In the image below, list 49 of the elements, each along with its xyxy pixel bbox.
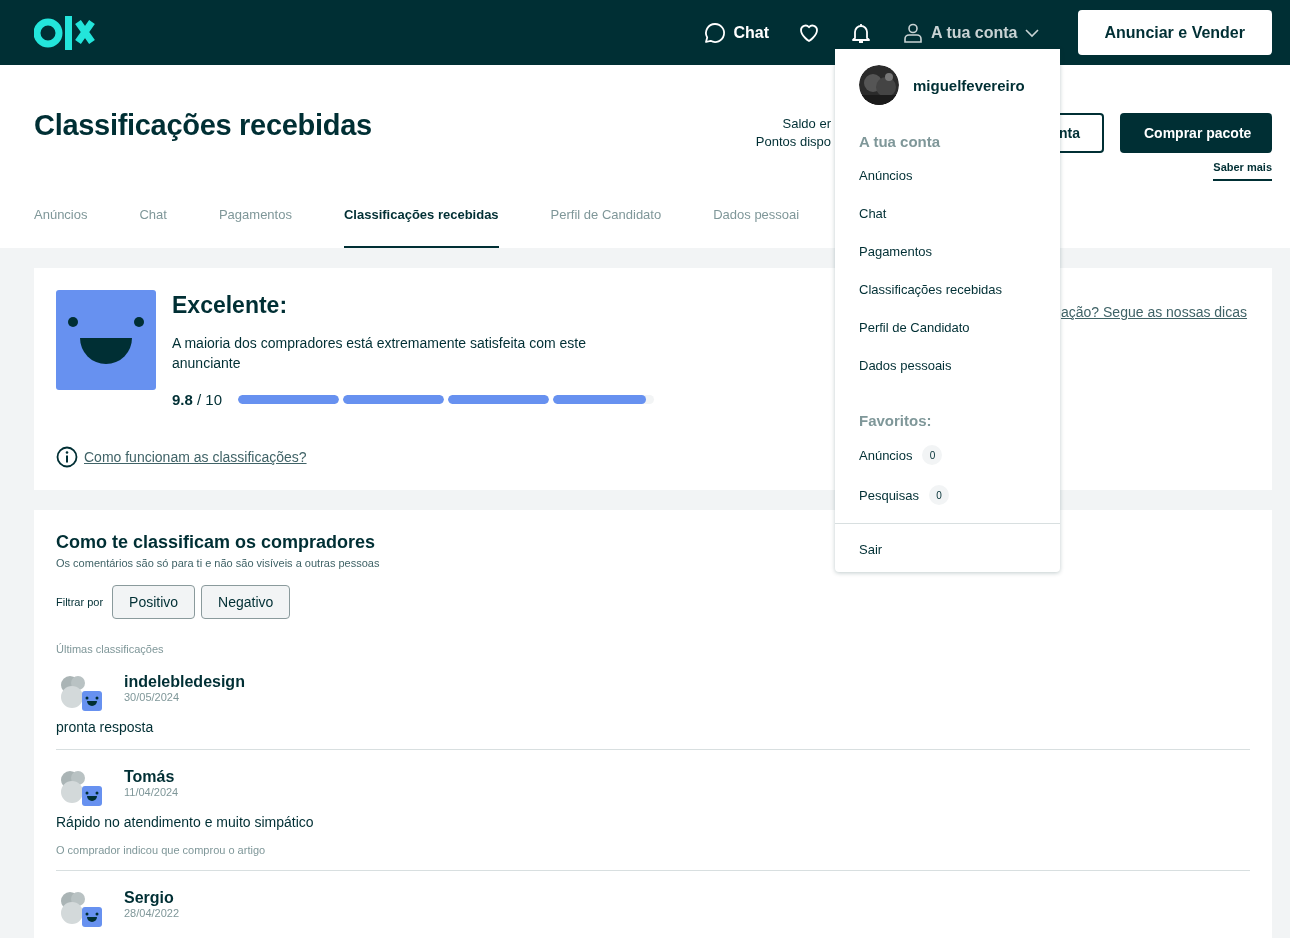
username: miguelfevereiro	[913, 76, 1025, 94]
balance-text: Saldo er	[782, 115, 831, 133]
chat-link[interactable]: Chat	[689, 14, 783, 51]
smiley-face-icon	[56, 290, 156, 390]
review-date: 11/04/2024	[124, 786, 179, 798]
menu-item[interactable]: Pagamentos	[835, 232, 1060, 270]
buy-package-button[interactable]: Comprar pacote	[1120, 113, 1272, 153]
help-link[interactable]: Como funcionam as classificações?	[84, 449, 307, 465]
learn-more-link[interactable]: Saber mais	[1213, 161, 1272, 181]
section-subtitle: Os comentários são só para ti e não são visíveis a outras pessoas	[56, 557, 380, 569]
filter-label: Filtrar por	[56, 596, 104, 608]
outline-button[interactable]: nta	[1057, 113, 1104, 153]
count-badge: 0	[929, 485, 949, 505]
list-title: Últimas classificações	[56, 643, 165, 655]
menu-item[interactable]: Anúncios	[835, 156, 1060, 194]
count-badge: 0	[922, 445, 943, 465]
filter-button[interactable]: Positivo	[112, 585, 196, 619]
info-icon	[56, 446, 78, 468]
chat-bubble-icon	[703, 20, 728, 45]
review-date: 30/05/2024	[124, 691, 181, 703]
menu-section-title: Favoritos:	[858, 412, 933, 429]
favorites-link[interactable]: Pesquisas 0	[835, 475, 1060, 515]
review-date: 28/04/2022	[124, 907, 180, 919]
tips-link[interactable]: ação? Segue as nossas dicas	[1061, 304, 1247, 320]
reviewer-name: indelebledesign	[124, 673, 245, 691]
page-title: Classificações recebidas	[34, 109, 372, 142]
account-menu-button[interactable]: A tua conta	[886, 14, 1054, 51]
purchase-note: O comprador indicou que comprou o artigo	[56, 844, 267, 856]
review-comment: pronta resposta	[56, 719, 155, 735]
logout-link[interactable]: Sair	[835, 530, 1060, 568]
rating-score: 9.8 / 10	[172, 391, 223, 408]
section-title: Como te classificam os compradores	[56, 532, 376, 553]
balance-text: Pontos dispo	[755, 133, 831, 151]
menu-item[interactable]: Dados pessoais	[835, 346, 1060, 384]
tab[interactable]: Classificações recebidas	[343, 195, 499, 248]
menu-item[interactable]: Perfil de Candidato	[835, 308, 1060, 346]
menu-item[interactable]: Classificações recebidas	[835, 270, 1060, 308]
post-ad-button[interactable]: Anunciar e Vender	[1077, 10, 1272, 55]
menu-item-label: Pesquisas	[859, 487, 919, 503]
filter-button[interactable]: Negativo	[201, 585, 291, 619]
rating-title: Excelente:	[172, 292, 289, 319]
menu-item-label: Anúncios	[859, 447, 913, 463]
menu-section-title: A tua conta	[858, 133, 942, 150]
review-comment: Rápido no atendimento e muito simpático	[56, 814, 315, 830]
reviewer-name: Sergio	[124, 889, 175, 907]
favorites-link[interactable]: Anúncios 0	[835, 435, 1060, 475]
reviewer-name: Tomás	[124, 768, 176, 786]
menu-item[interactable]: Chat	[835, 194, 1060, 232]
rating-description: A maioria dos compradores está extremamente satisfeita com este anunciante	[172, 334, 587, 373]
